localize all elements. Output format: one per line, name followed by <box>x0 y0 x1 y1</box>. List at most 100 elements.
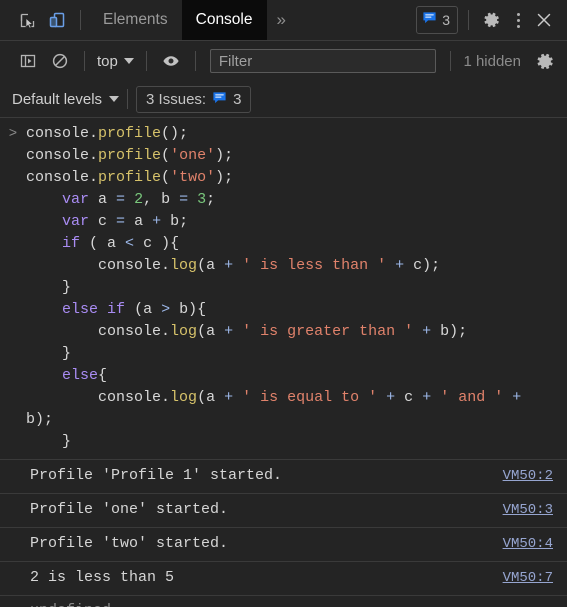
code-token: profile <box>98 125 162 142</box>
inspect-cursor-icon[interactable] <box>12 6 42 34</box>
default-levels-select[interactable]: Default levels <box>12 90 120 108</box>
code-token: a <box>125 213 153 230</box>
code-token: ' is equal to ' <box>242 389 378 406</box>
console-output-messages: Profile 'Profile 1' started. VM50:2 Profil… <box>0 460 567 596</box>
issues-summary-count: 3 <box>233 90 242 108</box>
console-message-row: Profile 'one' started. VM50:3 <box>0 494 567 528</box>
execution-context-select[interactable]: top <box>93 53 138 70</box>
console-message-row: Profile 'two' started. VM50:4 <box>0 528 567 562</box>
code-token: 'two' <box>170 169 216 186</box>
code-token: + <box>224 323 234 340</box>
code-token: c); <box>404 257 441 274</box>
console-message-row: Profile 'Profile 1' started. VM50:2 <box>0 460 567 494</box>
close-icon[interactable] <box>529 6 559 34</box>
code-token: a <box>89 191 117 208</box>
code-token: 3 <box>197 191 207 208</box>
code-token: < <box>125 235 135 252</box>
code-token: ; <box>206 191 216 208</box>
device-toolbar-icon[interactable] <box>42 6 72 34</box>
code-token: = <box>116 213 126 230</box>
issues-badge-button[interactable]: 3 <box>416 6 458 34</box>
issues-summary-button[interactable]: 3 Issues: 3 <box>136 85 252 113</box>
console-sidebar-icon[interactable] <box>12 48 44 74</box>
code-token: + <box>152 213 162 230</box>
message-source-link[interactable]: VM50:7 <box>503 570 567 586</box>
code-token: 'one' <box>170 147 216 164</box>
message-source-link[interactable]: VM50:2 <box>503 468 567 484</box>
hidden-messages-label: 1 hidden <box>463 52 521 70</box>
code-token: , b <box>143 191 180 208</box>
code-token: console <box>98 389 162 406</box>
gear-icon[interactable] <box>477 6 507 34</box>
code-token: + <box>512 389 522 406</box>
code-token: profile <box>98 169 162 186</box>
more-tabs-icon[interactable]: » <box>267 0 296 40</box>
code-token: log <box>170 323 198 340</box>
code-token: c <box>89 213 117 230</box>
code-token: c <box>395 389 423 406</box>
console-settings-gear-icon[interactable] <box>529 48 561 74</box>
code-token: ); <box>215 147 234 164</box>
execution-context-label: top <box>97 52 118 70</box>
code-token: b); <box>431 323 468 340</box>
code-token: (a <box>197 257 225 274</box>
code-token: ( a <box>80 235 126 252</box>
message-text: Profile 'two' started. <box>30 535 229 552</box>
code-token: b){ <box>170 301 207 318</box>
code-token: profile <box>98 147 162 164</box>
kebab-menu-icon[interactable] <box>507 6 529 34</box>
message-source-link[interactable]: VM50:4 <box>503 536 567 552</box>
levels-divider <box>127 89 129 109</box>
message-text: Profile 'one' started. <box>30 501 229 518</box>
message-text: 2 is less than 5 <box>30 569 175 586</box>
console-toolbar: top 1 hidden <box>0 41 567 81</box>
tabbar-divider-2 <box>468 10 469 30</box>
issues-message-icon <box>212 90 227 109</box>
code-token: (a <box>197 389 225 406</box>
code-token: console <box>26 147 90 164</box>
code-token: b <box>161 213 180 230</box>
code-token: > <box>161 301 171 318</box>
code-token: ( <box>161 169 171 186</box>
message-source-link[interactable]: VM50:3 <box>503 502 567 518</box>
code-token: (a <box>197 323 225 340</box>
clear-console-icon[interactable] <box>44 48 76 74</box>
code-token: 2 <box>134 191 144 208</box>
live-expression-icon[interactable] <box>155 48 187 74</box>
code-token: . <box>161 257 171 274</box>
filter-input[interactable] <box>209 49 437 73</box>
code-token: console <box>26 169 90 186</box>
console-input-entry: > console.profile(); console.profile('on… <box>0 118 567 460</box>
devtools-panel: Elements Console » 3 top Filter 1 hidden… <box>0 0 567 607</box>
tab-elements[interactable]: Elements <box>89 0 182 40</box>
code-token: c ){ <box>134 235 180 252</box>
chevron-down-icon <box>123 58 134 64</box>
console-result-value: undefined <box>30 602 111 607</box>
default-levels-label: Default levels <box>12 90 103 108</box>
code-token: . <box>89 125 99 142</box>
tab-console[interactable]: Console <box>181 0 267 40</box>
console-message-list[interactable]: > console.profile(); console.profile('on… <box>0 118 567 607</box>
code-token: ' is less than ' <box>242 257 387 274</box>
code-token: } <box>26 433 72 450</box>
code-token: { <box>98 367 108 384</box>
code-token: . <box>161 323 171 340</box>
issues-count: 3 <box>442 12 450 28</box>
code-token: + <box>386 389 396 406</box>
code-token: = <box>179 191 189 208</box>
code-token: if <box>107 301 126 318</box>
code-token: + <box>224 389 234 406</box>
